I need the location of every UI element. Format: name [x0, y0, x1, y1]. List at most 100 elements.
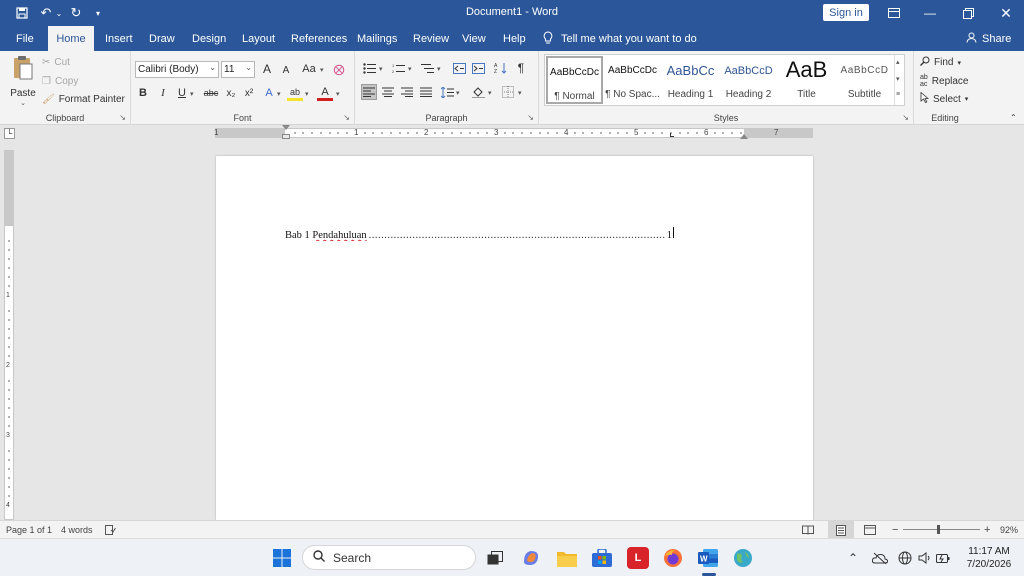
style-normal[interactable]: AaBbCcDc ¶ Normal [546, 56, 603, 104]
paragraph-launcher-icon[interactable]: ↘ [527, 113, 534, 122]
line-spacing-icon[interactable] [439, 84, 455, 100]
decrease-indent-icon[interactable] [451, 60, 467, 76]
chevron-down-icon[interactable]: ▾ [488, 89, 492, 97]
chevron-down-icon[interactable]: ▾ [456, 89, 460, 97]
taskbar-search[interactable]: Search [302, 545, 476, 570]
select-button[interactable]: Select ▾ [920, 91, 968, 106]
toc-entry[interactable]: Bab 1 Pendahuluan ......................… [285, 227, 674, 241]
copy-button[interactable]: ❐ Copy [42, 76, 78, 87]
paste-button[interactable]: Paste ⌄ [8, 55, 38, 107]
style-no-spacing[interactable]: AaBbCcDc ¶ No Spac... [604, 56, 661, 104]
battery-icon[interactable] [936, 539, 950, 576]
justify-icon[interactable] [418, 84, 434, 100]
multilevel-list-icon[interactable] [419, 60, 435, 76]
tab-draw[interactable]: Draw [149, 26, 175, 51]
chevron-down-icon[interactable]: ▾ [336, 90, 340, 98]
clear-formatting-icon[interactable]: ⨂ [331, 61, 347, 77]
style-title[interactable]: AaB Title [778, 56, 835, 104]
chevron-down-icon[interactable]: ▾ [518, 89, 522, 97]
shrink-font-button[interactable]: A [278, 62, 294, 78]
task-view-icon[interactable] [484, 547, 506, 569]
shading-icon[interactable] [470, 84, 486, 100]
chevron-down-icon[interactable]: ▾ [437, 65, 441, 73]
tab-references[interactable]: References [291, 26, 347, 51]
tab-layout[interactable]: Layout [242, 26, 275, 51]
tab-home[interactable]: Home [48, 26, 94, 51]
tab-insert[interactable]: Insert [105, 26, 133, 51]
style-heading-1[interactable]: AaBbCc Heading 1 [662, 56, 719, 104]
borders-icon[interactable] [500, 84, 516, 100]
replace-button[interactable]: ab ac Replace [920, 74, 969, 88]
tab-view[interactable]: View [462, 26, 486, 51]
zoom-slider-thumb[interactable] [937, 525, 940, 534]
style-heading-2[interactable]: AaBbCcD Heading 2 [720, 56, 777, 104]
align-center-icon[interactable] [380, 84, 396, 100]
file-explorer-icon[interactable] [556, 547, 578, 569]
chevron-down-icon[interactable]: ▾ [190, 90, 194, 98]
copilot-icon[interactable] [520, 547, 542, 569]
tell-me-search[interactable]: Tell me what you want to do [543, 26, 697, 51]
underline-button[interactable]: U [174, 85, 190, 101]
chevron-down-icon[interactable]: ▾ [305, 90, 309, 98]
onedrive-offline-icon[interactable] [872, 539, 888, 576]
firefox-icon[interactable] [662, 547, 684, 569]
browser-globe-icon[interactable] [732, 547, 754, 569]
italic-button[interactable]: I [155, 85, 171, 101]
accessibility-icon[interactable] [105, 521, 116, 539]
web-layout-icon[interactable] [864, 521, 876, 539]
highlight-button[interactable]: ab [287, 85, 303, 101]
font-launcher-icon[interactable]: ↘ [343, 113, 350, 122]
superscript-button[interactable]: x² [241, 85, 257, 101]
globe-language-icon[interactable] [898, 539, 912, 576]
horizontal-ruler[interactable]: 1 1 2 3 4 5 6 7 [214, 125, 813, 139]
vertical-ruler[interactable]: 1 2 3 4 [4, 150, 14, 520]
find-button[interactable]: Find ▾ [920, 56, 961, 69]
numbering-icon[interactable]: 12 [390, 60, 406, 76]
font-name-select[interactable]: Calibri (Body) ⌄ [135, 61, 219, 78]
windows-start-icon[interactable] [271, 547, 293, 569]
collapse-ribbon-icon[interactable]: ⌃ [1010, 113, 1017, 122]
show-formatting-icon[interactable]: ¶ [513, 60, 529, 76]
align-right-icon[interactable] [399, 84, 415, 100]
chevron-down-icon[interactable]: ▾ [379, 65, 383, 73]
chevron-down-icon[interactable]: ▾ [277, 90, 281, 98]
document-page[interactable]: Bab 1 Pendahuluan ......................… [216, 156, 813, 520]
grow-font-button[interactable]: A [259, 61, 275, 77]
app-l-icon[interactable]: L [627, 547, 649, 569]
more-styles-icon[interactable]: ≡ [896, 91, 900, 98]
print-layout-icon[interactable] [828, 521, 854, 539]
styles-launcher-icon[interactable]: ↘ [902, 113, 909, 122]
clipboard-launcher-icon[interactable]: ↘ [119, 113, 126, 122]
first-line-indent-marker[interactable] [282, 125, 290, 130]
zoom-level[interactable]: 92% [1000, 521, 1018, 539]
word-count[interactable]: 4 words [61, 521, 93, 539]
paste-dropdown-icon[interactable]: ⌄ [20, 99, 26, 107]
tab-mailings[interactable]: Mailings [357, 26, 397, 51]
cut-button[interactable]: ✂ Cut [42, 57, 70, 68]
sign-in-button[interactable]: Sign in [823, 4, 869, 21]
ribbon-display-icon[interactable] [876, 0, 912, 26]
show-hidden-icons[interactable]: ⌃ [848, 539, 858, 576]
tab-selector-icon[interactable]: └ [4, 128, 15, 139]
restore-icon[interactable] [950, 0, 986, 26]
tab-stop-marker[interactable] [670, 133, 674, 137]
page-count[interactable]: Page 1 of 1 [6, 521, 52, 539]
read-mode-icon[interactable] [802, 521, 814, 539]
tab-file[interactable]: File [16, 26, 34, 51]
font-color-button[interactable]: A [317, 85, 333, 101]
right-indent-marker[interactable] [740, 134, 748, 139]
chevron-down-icon[interactable]: ▾ [408, 65, 412, 73]
left-indent-marker[interactable] [282, 134, 290, 139]
microsoft-store-icon[interactable] [591, 547, 613, 569]
increase-indent-icon[interactable] [470, 60, 486, 76]
strikethrough-button[interactable]: abc [201, 85, 221, 101]
close-icon[interactable]: ✕ [988, 0, 1024, 26]
bold-button[interactable]: B [135, 85, 151, 101]
taskbar-clock[interactable]: 11:17 AM 7/20/2026 [958, 545, 1020, 571]
speaker-icon[interactable] [918, 539, 932, 576]
minimize-icon[interactable]: — [912, 0, 948, 26]
tab-help[interactable]: Help [503, 26, 526, 51]
style-subtitle[interactable]: AaBbCcD Subtitle [836, 56, 893, 104]
subscript-button[interactable]: x₂ [223, 85, 239, 101]
format-painter-button[interactable]: 🖌 Format Painter [42, 94, 125, 105]
